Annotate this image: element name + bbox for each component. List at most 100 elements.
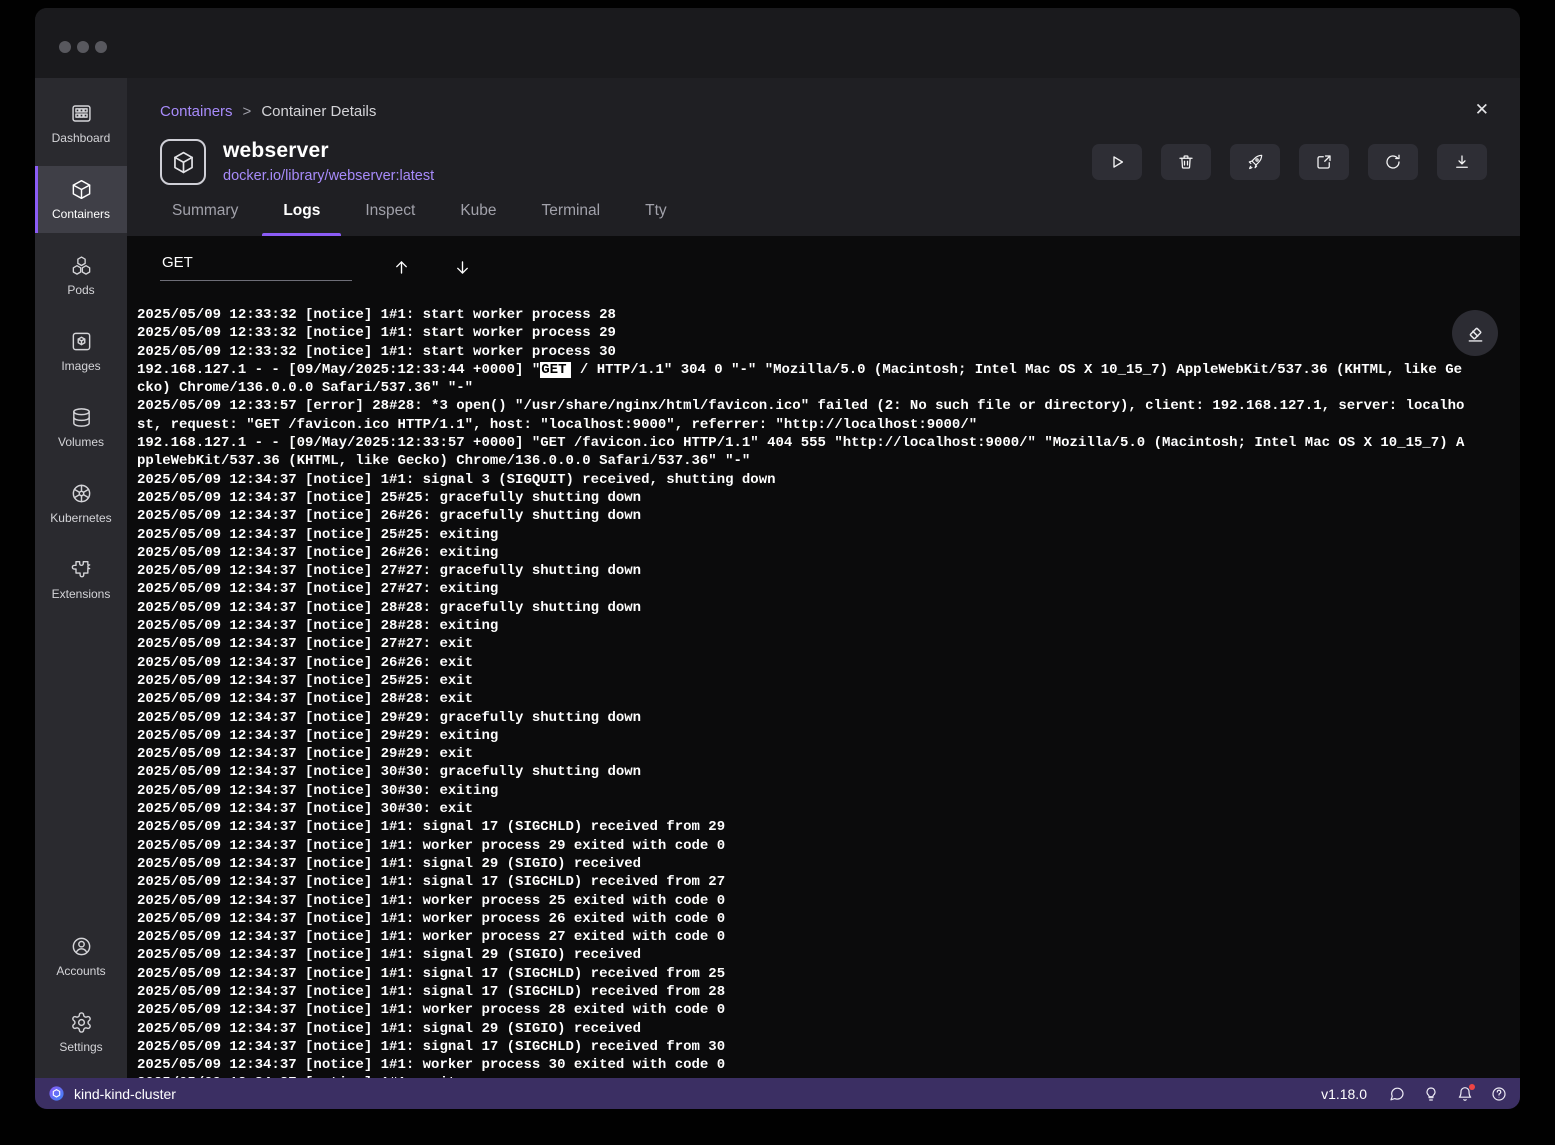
sidebar-item-label: Settings (59, 1041, 102, 1054)
kind-cluster-icon (48, 1085, 65, 1102)
eraser-icon (1465, 323, 1486, 344)
container-title-row: webserver docker.io/library/webserver:la… (160, 139, 1487, 185)
trash-icon (1177, 153, 1195, 171)
search-next-match-button[interactable] (451, 256, 474, 279)
log-line: 2025/05/09 12:34:37 [notice] 25#25: exit… (137, 526, 1464, 544)
log-line: 2025/05/09 12:34:37 [notice] 27#27: grac… (137, 562, 1464, 580)
arrow-down-icon (453, 258, 472, 277)
help-button[interactable] (1491, 1086, 1507, 1102)
sidebar-item-label: Extensions (52, 588, 111, 601)
settings-icon (70, 1011, 93, 1034)
play-icon (1108, 153, 1126, 171)
log-line: 2025/05/09 12:34:37 [notice] 1#1: worker… (137, 928, 1464, 946)
dashboard-icon (70, 102, 93, 125)
tips-button[interactable] (1423, 1086, 1439, 1102)
kube-context-button[interactable]: kind-kind-cluster (48, 1085, 176, 1102)
log-line: 2025/05/09 12:34:37 [notice] 1#1: signal… (137, 873, 1464, 891)
window-close-button[interactable] (59, 41, 71, 53)
kubernetes-icon (70, 482, 93, 505)
log-line: 2025/05/09 12:34:37 [notice] 1#1: worker… (137, 837, 1464, 855)
log-search-input[interactable] (160, 254, 352, 281)
log-line: 2025/05/09 12:33:32 [notice] 1#1: start … (137, 306, 1464, 324)
chat-icon (1389, 1086, 1405, 1102)
sidebar-item-label: Dashboard (52, 132, 111, 145)
log-line: 2025/05/09 12:33:32 [notice] 1#1: start … (137, 324, 1464, 342)
log-line: 192.168.127.1 - - [09/May/2025:12:33:44 … (137, 361, 1464, 398)
search-prev-match-button[interactable] (390, 256, 413, 279)
log-line: 2025/05/09 12:34:37 [notice] 28#28: exit (137, 690, 1464, 708)
pods-icon (70, 254, 93, 277)
sidebar-item-kubernetes[interactable]: Kubernetes (35, 470, 127, 537)
tab-terminal[interactable]: Terminal (542, 202, 601, 236)
clear-logs-button[interactable] (1452, 310, 1498, 356)
sidebar-item-settings[interactable]: Settings (35, 999, 127, 1066)
log-line: 2025/05/09 12:34:37 [notice] 30#30: grac… (137, 763, 1464, 781)
log-line: 2025/05/09 12:34:37 [notice] 26#26: exit… (137, 544, 1464, 562)
log-line: 2025/05/09 12:34:37 [notice] 28#28: grac… (137, 599, 1464, 617)
sidebar-item-label: Containers (52, 208, 110, 221)
tab-kube[interactable]: Kube (460, 202, 496, 236)
sidebar-item-extensions[interactable]: Extensions (35, 546, 127, 613)
sidebar-item-images[interactable]: Images (35, 318, 127, 385)
log-line: 2025/05/09 12:34:37 [notice] 1#1: signal… (137, 471, 1464, 489)
desktop-background: Dashboard Containers (0, 0, 1555, 1145)
log-line: 2025/05/09 12:34:37 [notice] 1#1: signal… (137, 855, 1464, 873)
sidebar-item-pods[interactable]: Pods (35, 242, 127, 309)
log-line: 2025/05/09 12:34:37 [notice] 1#1: worker… (137, 910, 1464, 928)
feedback-button[interactable] (1389, 1086, 1405, 1102)
open-browser-button[interactable] (1299, 144, 1349, 180)
export-container-button[interactable] (1437, 144, 1487, 180)
container-image-link[interactable]: docker.io/library/webserver:latest (223, 168, 434, 184)
open-browser-icon (1315, 153, 1333, 171)
containers-icon (70, 178, 93, 201)
notification-dot (1469, 1084, 1475, 1090)
cluster-name: kind-kind-cluster (74, 1086, 176, 1102)
log-line: 2025/05/09 12:34:37 [notice] 1#1: signal… (137, 965, 1464, 983)
window-minimize-button[interactable] (77, 41, 89, 53)
tab-logs[interactable]: Logs (283, 202, 320, 236)
container-actions (1092, 144, 1487, 180)
sidebar-item-containers[interactable]: Containers (35, 166, 127, 233)
traffic-lights (35, 8, 1520, 53)
log-line: 2025/05/09 12:34:37 [notice] 29#29: exit (137, 745, 1464, 763)
sidebar-top-group: Dashboard Containers (35, 90, 127, 622)
log-line: 2025/05/09 12:34:37 [notice] 1#1: worker… (137, 892, 1464, 910)
sidebar-bottom-group: Accounts Settings (35, 923, 127, 1066)
log-line: 2025/05/09 12:34:37 [notice] 27#27: exit… (137, 580, 1464, 598)
sidebar-item-dashboard[interactable]: Dashboard (35, 90, 127, 157)
tab-tty[interactable]: Tty (645, 202, 667, 236)
accounts-icon (70, 935, 93, 958)
close-details-button[interactable]: ✕ (1475, 100, 1489, 120)
log-line: 2025/05/09 12:34:37 [notice] 28#28: exit… (137, 617, 1464, 635)
restart-container-button[interactable] (1368, 144, 1418, 180)
log-line: 2025/05/09 12:34:37 [notice] 29#29: exit… (137, 727, 1464, 745)
log-scroll-area[interactable]: 2025/05/09 12:33:32 [notice] 1#1: start … (127, 298, 1520, 1078)
log-line: 2025/05/09 12:34:37 [notice] 1#1: signal… (137, 1020, 1464, 1038)
search-match-highlight: GET (540, 362, 571, 378)
export-icon (1453, 153, 1471, 171)
tab-summary[interactable]: Summary (172, 202, 238, 236)
tab-inspect[interactable]: Inspect (365, 202, 415, 236)
breadcrumb: Containers > Container Details ✕ (160, 102, 1487, 122)
notifications-button[interactable] (1457, 1086, 1473, 1102)
log-line: 2025/05/09 12:34:37 [notice] 25#25: exit (137, 672, 1464, 690)
deploy-to-kubernetes-button[interactable] (1230, 144, 1280, 180)
breadcrumb-containers-link[interactable]: Containers (160, 102, 233, 122)
rocket-icon (1246, 153, 1264, 171)
sidebar-item-accounts[interactable]: Accounts (35, 923, 127, 990)
app-version: v1.18.0 (1321, 1086, 1367, 1102)
sidebar-item-volumes[interactable]: Volumes (35, 394, 127, 461)
log-line: 2025/05/09 12:34:37 [notice] 1#1: exit (137, 1074, 1464, 1078)
extensions-icon (70, 558, 93, 581)
lightbulb-icon (1423, 1086, 1439, 1102)
images-icon (70, 330, 93, 353)
log-line: 2025/05/09 12:34:37 [notice] 1#1: worker… (137, 1056, 1464, 1074)
delete-container-button[interactable] (1161, 144, 1211, 180)
log-line: 2025/05/09 12:34:37 [notice] 30#30: exit (137, 800, 1464, 818)
window-zoom-button[interactable] (95, 41, 107, 53)
log-toolbar (127, 236, 1520, 298)
start-container-button[interactable] (1092, 144, 1142, 180)
arrow-up-icon (392, 258, 411, 277)
log-line: 2025/05/09 12:34:37 [notice] 26#26: exit (137, 654, 1464, 672)
log-line: 2025/05/09 12:34:37 [notice] 1#1: worker… (137, 1001, 1464, 1019)
